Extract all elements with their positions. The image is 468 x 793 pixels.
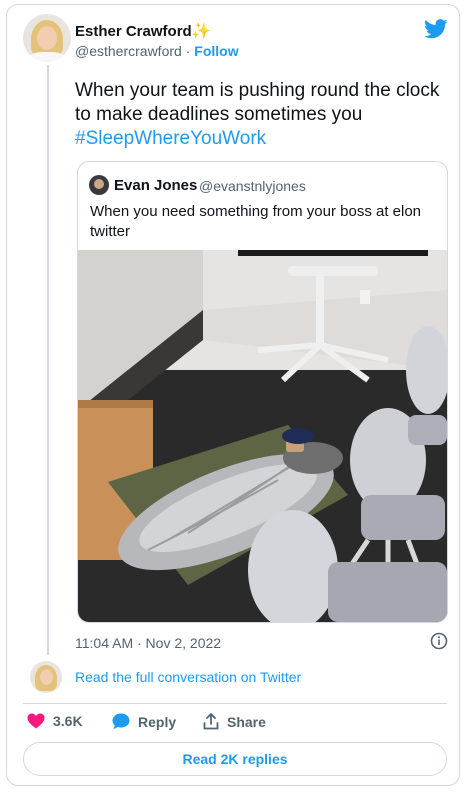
share-upload-icon: [203, 713, 219, 730]
like-button[interactable]: 3.6K: [27, 713, 83, 729]
read-replies-label: Read 2K replies: [182, 751, 288, 767]
tweet-text: When your team is pushing round the cloc…: [75, 79, 445, 151]
quoted-author-name[interactable]: Evan Jones: [114, 177, 197, 194]
author-name[interactable]: Esther Crawford: [75, 23, 192, 40]
author-handle-line: @esthercrawford · Follow: [75, 43, 239, 59]
speech-bubble-icon: [112, 713, 130, 730]
share-button[interactable]: Share: [203, 713, 266, 730]
tweet-body: When your team is pushing round the cloc…: [75, 80, 440, 125]
embedded-tweet-card: Esther Crawford ✨ @esthercrawford · Foll…: [6, 4, 460, 786]
quoted-author-avatar[interactable]: [89, 175, 109, 195]
info-icon[interactable]: [430, 632, 448, 650]
quoted-tweet-photo[interactable]: [78, 250, 447, 622]
read-replies-button[interactable]: Read 2K replies: [23, 742, 447, 776]
author-handle[interactable]: @esthercrawford: [75, 43, 182, 59]
footer-divider: [23, 703, 447, 704]
sparkles-emoji: ✨: [191, 23, 211, 40]
tweet-timestamp[interactable]: 11:04 AM · Nov 2, 2022: [75, 635, 221, 651]
thread-line: [47, 65, 49, 655]
read-full-conversation-link[interactable]: Read the full conversation on Twitter: [75, 669, 301, 685]
share-label: Share: [227, 713, 266, 730]
handle-separator: ·: [185, 43, 191, 59]
author-avatar[interactable]: [23, 14, 71, 62]
heart-icon: [27, 713, 45, 729]
hashtag-link[interactable]: #SleepWhereYouWork: [75, 128, 266, 149]
follow-button[interactable]: Follow: [194, 43, 238, 59]
quoted-tweet-text: When you need something from your boss a…: [90, 203, 422, 240]
like-count: 3.6K: [53, 713, 83, 729]
quoted-tweet[interactable]: Evan Jones @evanstnlyjones When you need…: [77, 161, 448, 623]
quoted-author-handle[interactable]: @evanstnlyjones: [199, 178, 306, 194]
twitter-bird-icon[interactable]: [424, 19, 448, 39]
footer-avatar[interactable]: [30, 661, 62, 693]
reply-label: Reply: [138, 713, 177, 730]
reply-button[interactable]: Reply: [112, 713, 176, 730]
